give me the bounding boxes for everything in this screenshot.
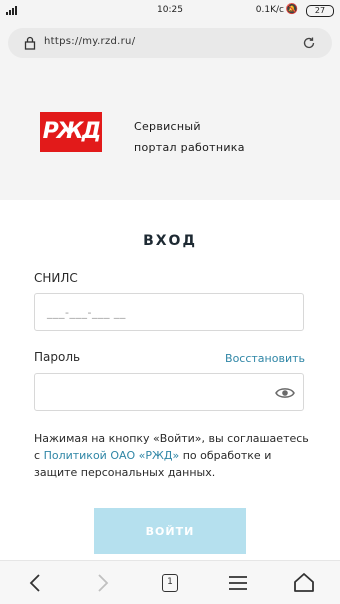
policy-link[interactable]: Политикой ОАО «РЖД» (44, 449, 180, 462)
password-label: Пароль (34, 350, 81, 364)
portal-title: Сервисный портал работника (134, 116, 294, 158)
login-title: ВХОД (143, 233, 197, 249)
lock-icon (24, 36, 36, 50)
agreement-text: Нажимая на кнопку «Войти», вы соглашаете… (34, 430, 314, 481)
login-button[interactable]: ВОЙТИ (94, 508, 246, 554)
tabs-button[interactable]: 1 (158, 571, 182, 595)
battery-level: 27 (314, 6, 326, 15)
home-icon[interactable] (292, 571, 316, 595)
portal-title-line1: Сервисный (134, 120, 201, 133)
menu-icon[interactable] (226, 571, 250, 595)
snils-label: СНИЛС (34, 271, 78, 285)
portal-header: РЖД Сервисный портал работника (0, 66, 340, 200)
restore-password-link[interactable]: Восстановить (225, 352, 305, 365)
back-arrow-icon[interactable] (24, 571, 48, 595)
mute-icon: 🔕 (285, 4, 298, 15)
snils-placeholder: ___-___-___ __ (47, 306, 126, 319)
reload-icon[interactable] (302, 36, 316, 50)
browser-toolbar: https://my.rzd.ru/ (0, 22, 340, 66)
battery-icon: 27 (306, 5, 334, 17)
forward-arrow-icon[interactable] (90, 571, 114, 595)
address-bar[interactable]: https://my.rzd.ru/ (8, 28, 332, 58)
eye-icon[interactable] (275, 386, 295, 400)
portal-title-line2: портал работника (134, 141, 245, 154)
browser-bottom-nav: 1 (0, 560, 340, 604)
snils-input[interactable]: ___-___-___ __ (34, 293, 304, 331)
tab-count: 1 (162, 574, 178, 592)
rzd-logo: РЖД (40, 112, 102, 152)
url-text[interactable]: https://my.rzd.ru/ (44, 36, 135, 47)
logo-text: РЖД (42, 119, 102, 144)
status-bar: 10:25 0.1K/c 🔕 27 (0, 0, 340, 22)
password-input[interactable] (34, 373, 304, 411)
network-speed: 0.1K/c (255, 5, 284, 15)
